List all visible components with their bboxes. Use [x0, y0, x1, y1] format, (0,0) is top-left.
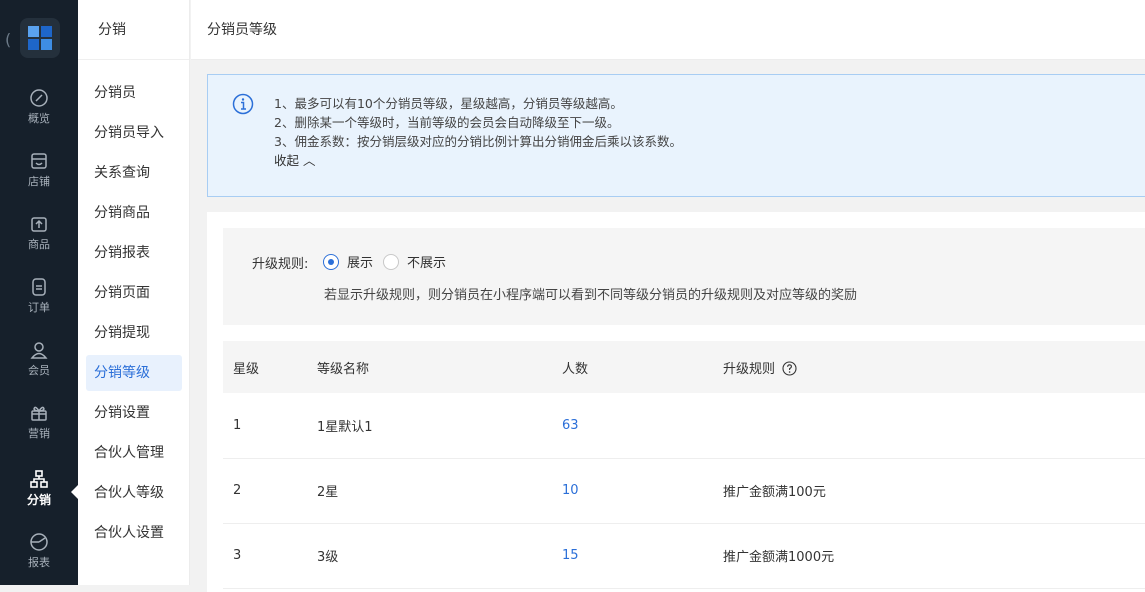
cell-count-link[interactable]: 10 [562, 483, 579, 498]
distribution-icon [30, 470, 48, 488]
cell-level-name: 2星 [317, 458, 562, 524]
submenu-item-partner-levels[interactable]: 合伙人等级 [86, 475, 182, 511]
cell-count-link[interactable]: 15 [562, 548, 579, 563]
active-nav-pointer [71, 485, 78, 499]
submenu-title: 分销 [78, 0, 189, 60]
col-upgrade-rule: 升级规则 [723, 341, 1145, 393]
submenu-item-withdraw[interactable]: 分销提现 [86, 315, 182, 351]
levels-table: 星级 等级名称 人数 升级规则 1 1星默认1 63 2 2星 10 推广金额满… [223, 341, 1145, 589]
submenu-item-settings[interactable]: 分销设置 [86, 395, 182, 431]
submenu-item-pages[interactable]: 分销页面 [86, 275, 182, 311]
nav-item-orders[interactable]: 订单 [0, 271, 78, 329]
nav-label: 店铺 [28, 175, 50, 188]
dashboard-icon [30, 89, 48, 107]
nav-item-goods[interactable]: 商品 [0, 208, 78, 266]
radio-show-label: 展示 [347, 256, 374, 271]
radio-hide[interactable]: 不展示 [383, 252, 446, 271]
nav-label: 营销 [28, 427, 50, 440]
col-count: 人数 [562, 341, 723, 393]
box-icon [31, 217, 47, 232]
radio-dot[interactable] [323, 253, 339, 270]
cell-star: 1 [223, 393, 317, 459]
cell-star: 3 [223, 523, 317, 589]
cell-upgrade-rule [723, 393, 1145, 459]
cell-upgrade-rule: 推广金额满100元 [723, 458, 1145, 524]
radio-dot[interactable] [383, 253, 399, 270]
nav-label: 概览 [28, 112, 50, 125]
question-icon[interactable] [782, 360, 797, 376]
main-content: 分销员等级 1、最多可以有10个分销员等级，星级越高，分销员等级越高。 2、删除… [191, 0, 1145, 592]
collapse-toggle[interactable]: 收起 ︿ [274, 151, 682, 170]
user-icon [30, 342, 48, 359]
col-upgrade-rule-label: 升级规则 [723, 361, 776, 377]
gift-icon [31, 406, 47, 421]
notice-line: 3、佣金系数：按分销层级对应的分销比例计算出分销佣金后乘以该系数。 [274, 134, 682, 149]
cell-level-name: 3级 [317, 523, 562, 589]
upgrade-rule-description: 若显示升级规则，则分销员在小程序端可以看到不同等级分销员的升级规则及对应等级的奖… [324, 288, 858, 303]
col-star: 星级 [223, 341, 317, 393]
table-row: 3 3级 15 推广金额满1000元 [223, 523, 1145, 589]
col-level-name: 等级名称 [317, 341, 562, 393]
nav-label: 报表 [28, 556, 50, 569]
notice-lines: 1、最多可以有10个分销员等级，星级越高，分销员等级越高。 2、删除某一个等级时… [274, 94, 682, 170]
info-notice: 1、最多可以有10个分销员等级，星级越高，分销员等级越高。 2、删除某一个等级时… [207, 74, 1145, 197]
nav-label: 商品 [28, 238, 50, 251]
nav-item-distribution[interactable]: 分销 [0, 463, 78, 521]
cell-count-link[interactable]: 63 [562, 418, 579, 433]
cell-upgrade-rule: 推广金额满1000元 [723, 523, 1145, 589]
nav-label: 订单 [28, 301, 50, 314]
notice-line: 1、最多可以有10个分销员等级，星级越高，分销员等级越高。 [274, 96, 623, 111]
distribution-submenu: 分销 分销员 分销员导入 关系查询 分销商品 分销报表 分销页面 分销提现 分销… [78, 0, 190, 585]
submenu-item-levels[interactable]: 分销等级 [86, 355, 182, 391]
submenu-item-reports[interactable]: 分销报表 [86, 235, 182, 271]
submenu-item-partner-manage[interactable]: 合伙人管理 [86, 435, 182, 471]
submenu-item-relations[interactable]: 关系查询 [86, 155, 182, 191]
info-icon [232, 93, 254, 115]
submenu-item-distributors[interactable]: 分销员 [86, 75, 182, 111]
chart-icon [30, 533, 48, 551]
nav-label: 会员 [28, 364, 50, 377]
nav-item-overview[interactable]: 概览 [0, 82, 78, 140]
notice-line: 2、删除某一个等级时，当前等级的会员会自动降级至下一级。 [274, 115, 620, 130]
submenu-item-partner-settings[interactable]: 合伙人设置 [86, 515, 182, 551]
nav-item-members[interactable]: 会员 [0, 334, 78, 392]
nav-item-reports[interactable]: 报表 [0, 526, 78, 584]
page-title: 分销员等级 [191, 0, 1145, 60]
nav-label: 分销 [26, 493, 51, 507]
table-row: 2 2星 10 推广金额满100元 [223, 458, 1145, 524]
nav-item-store[interactable]: 店铺 [0, 145, 78, 203]
app-logo [20, 18, 60, 58]
order-icon [32, 278, 46, 296]
table-row: 1 1星默认1 63 [223, 393, 1145, 459]
submenu-item-import[interactable]: 分销员导入 [86, 115, 182, 151]
submenu-item-products[interactable]: 分销商品 [86, 195, 182, 231]
radio-show[interactable]: 展示 [323, 252, 373, 271]
upgrade-rule-panel: 升级规则: 展示 不展示 若显示升级规则，则分销员在小程序端可以看到不同等级分销… [223, 228, 1145, 325]
table-header-row: 星级 等级名称 人数 升级规则 [223, 341, 1145, 393]
cell-level-name: 1星默认1 [317, 393, 562, 459]
main-nav-rail: ( 概览 店铺 商品 订单 会员 营销 分销 报表 [0, 0, 78, 585]
cell-star: 2 [223, 458, 317, 524]
store-icon [31, 153, 47, 169]
rail-collapse-handle[interactable]: ( [5, 30, 11, 49]
upgrade-rule-label: 升级规则: [252, 257, 309, 272]
levels-card: 升级规则: 展示 不展示 若显示升级规则，则分销员在小程序端可以看到不同等级分销… [207, 212, 1145, 592]
nav-item-marketing[interactable]: 营销 [0, 397, 78, 455]
radio-hide-label: 不展示 [407, 256, 447, 271]
